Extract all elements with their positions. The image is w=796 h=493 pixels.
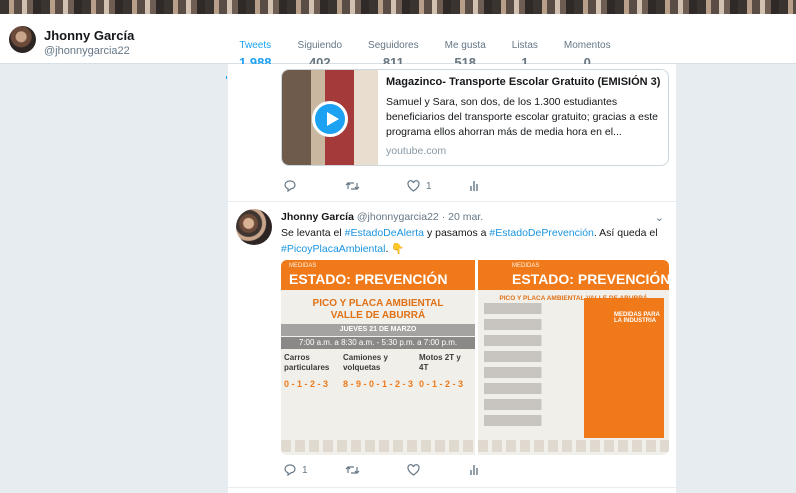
tweet-author-name[interactable]: Jhonny García [281, 211, 354, 223]
industry-measures-panel: MEDIDAS PARA LA INDUSTRIA [584, 298, 664, 438]
measure-row [484, 383, 580, 394]
heart-icon [407, 180, 420, 192]
profile-handle[interactable]: @jhonnygarcia22 [44, 45, 130, 57]
reply-icon [284, 464, 296, 476]
tweet-divider [228, 487, 676, 488]
tweet-actions: 1 [283, 180, 531, 192]
stat-label: Tweets [239, 40, 272, 51]
measure-row [484, 335, 580, 346]
band-small-text: MEDIDAS [512, 263, 540, 269]
stat-label: Seguidores [368, 40, 419, 51]
avatar[interactable] [9, 26, 36, 53]
retweet-icon [345, 466, 360, 474]
profile-cover-strip [0, 0, 796, 14]
tweet-text-part: Se levanta el [281, 227, 345, 239]
analytics-button[interactable] [469, 464, 531, 476]
band-small-text: MEDIDAS [289, 263, 317, 269]
band-title: ESTADO: PREVENCIÓN [289, 271, 448, 287]
like-button[interactable]: 1 [407, 180, 469, 192]
tweet-media: MEDIDAS ESTADO: PREVENCIÓN PICO Y PLACA … [281, 260, 669, 455]
media-image-left[interactable]: MEDIDAS ESTADO: PREVENCIÓN PICO Y PLACA … [281, 260, 475, 455]
profile-name[interactable]: Jhonny García [44, 28, 134, 43]
measure-row [484, 367, 580, 378]
stat-label: Momentos [563, 40, 611, 51]
vehicle-label: Motos 2T y 4T [419, 353, 461, 372]
tweet-actions: 1 [283, 464, 531, 476]
vehicle-label: Carros particulares [284, 353, 330, 372]
image-hours-bar: 7:00 a.m. a 8:30 a.m. - 5:30 p.m. a 7:00… [281, 337, 475, 349]
like-count: 1 [426, 180, 432, 192]
image-header-band: MEDIDAS ESTADO: PREVENCIÓN [281, 260, 475, 290]
tweet-text: Se levanta el #EstadoDeAlerta y pasamos … [281, 225, 666, 257]
retweet-button[interactable] [345, 464, 407, 476]
image-subtitle: VALLE DE ABURRÁ [330, 310, 426, 321]
analytics-icon [470, 181, 478, 191]
reply-count: 1 [302, 464, 308, 476]
tweet-text-part: y pasamos a [424, 227, 490, 239]
vehicle-column: Motos 2T y 4T 0 - 1 - 2 - 3 [416, 353, 475, 413]
card-body: Magazinco- Transporte Escolar Gratuito (… [386, 76, 666, 157]
band-title: ESTADO: PREVENCIÓN [512, 271, 669, 287]
hashtag-link[interactable]: #EstadoDeAlerta [345, 227, 424, 239]
image-header-band: MEDIDAS ESTADO: PREVENCIÓN [478, 260, 669, 290]
card-title: Magazinco- Transporte Escolar Gratuito (… [386, 76, 661, 88]
reply-button[interactable] [283, 180, 345, 192]
analytics-button[interactable] [469, 180, 531, 192]
reply-icon [284, 180, 296, 192]
vehicle-digits: 0 - 1 - 2 - 3 [284, 379, 329, 389]
tweet-header: Jhonny García @jhonnygarcia22 · 20 mar. [281, 211, 483, 223]
stat-label: Listas [511, 40, 538, 51]
vehicle-column: Carros particulares 0 - 1 - 2 - 3 [281, 353, 340, 413]
tweet-text-part: . Así queda el [593, 227, 658, 239]
link-card[interactable]: Magazinco- Transporte Escolar Gratuito (… [281, 69, 669, 166]
hashtag-link[interactable]: #EstadoDePrevención [489, 227, 593, 239]
tweet-text-part: . 👇 [385, 243, 405, 255]
card-url: youtube.com [386, 145, 447, 157]
industry-label: MEDIDAS PARA LA INDUSTRIA [614, 312, 660, 324]
media-image-right[interactable]: MEDIDAS ESTADO: PREVENCIÓN PICO Y PLACA … [478, 260, 669, 455]
measure-row [484, 303, 580, 314]
vehicle-digits: 8 - 9 - 0 - 1 - 2 - 3 [342, 379, 414, 389]
image-date-bar: JUEVES 21 DE MARZO [281, 324, 475, 336]
measure-row [484, 399, 580, 410]
vehicle-label: Camiones y volquetas [342, 353, 388, 372]
measure-row [484, 319, 580, 330]
tweet-author-handle[interactable]: @jhonnygarcia22 [357, 211, 439, 223]
image-subtitle: PICO Y PLACA AMBIENTAL [312, 298, 444, 309]
measures-list [484, 298, 580, 438]
hashtag-link[interactable]: #PicoyPlacaAmbiental [281, 243, 385, 255]
like-button[interactable] [407, 464, 469, 476]
tweet-avatar[interactable] [236, 209, 272, 245]
play-icon[interactable] [312, 101, 348, 137]
card-description: Samuel y Sara, son dos, de los 1.300 est… [386, 96, 658, 138]
retweet-icon [345, 182, 360, 190]
vehicle-digits: 0 - 1 - 2 - 3 [419, 379, 464, 389]
sponsor-logos-strip [478, 440, 669, 452]
vehicle-column: Camiones y volquetas 8 - 9 - 0 - 1 - 2 -… [340, 353, 416, 413]
stat-label: Siguiendo [297, 40, 343, 51]
stat-label: Me gusta [444, 40, 486, 51]
heart-icon [407, 464, 420, 476]
vehicle-columns: Carros particulares 0 - 1 - 2 - 3 Camion… [281, 353, 475, 413]
measure-row [484, 351, 580, 362]
card-thumbnail[interactable] [282, 70, 378, 165]
profile-nav: Jhonny García @jhonnygarcia22 Tweets 1.9… [0, 14, 796, 79]
timeline[interactable]: Magazinco- Transporte Escolar Gratuito (… [227, 64, 677, 493]
retweet-button[interactable] [345, 180, 407, 192]
reply-button[interactable]: 1 [283, 464, 345, 476]
sponsor-logos-strip [281, 440, 475, 452]
tweet-timestamp[interactable]: · 20 mar. [442, 211, 483, 223]
tweet-divider [228, 201, 676, 202]
measure-row [484, 415, 580, 426]
chevron-down-icon[interactable]: ⌄ [655, 211, 664, 224]
analytics-icon [470, 465, 478, 475]
